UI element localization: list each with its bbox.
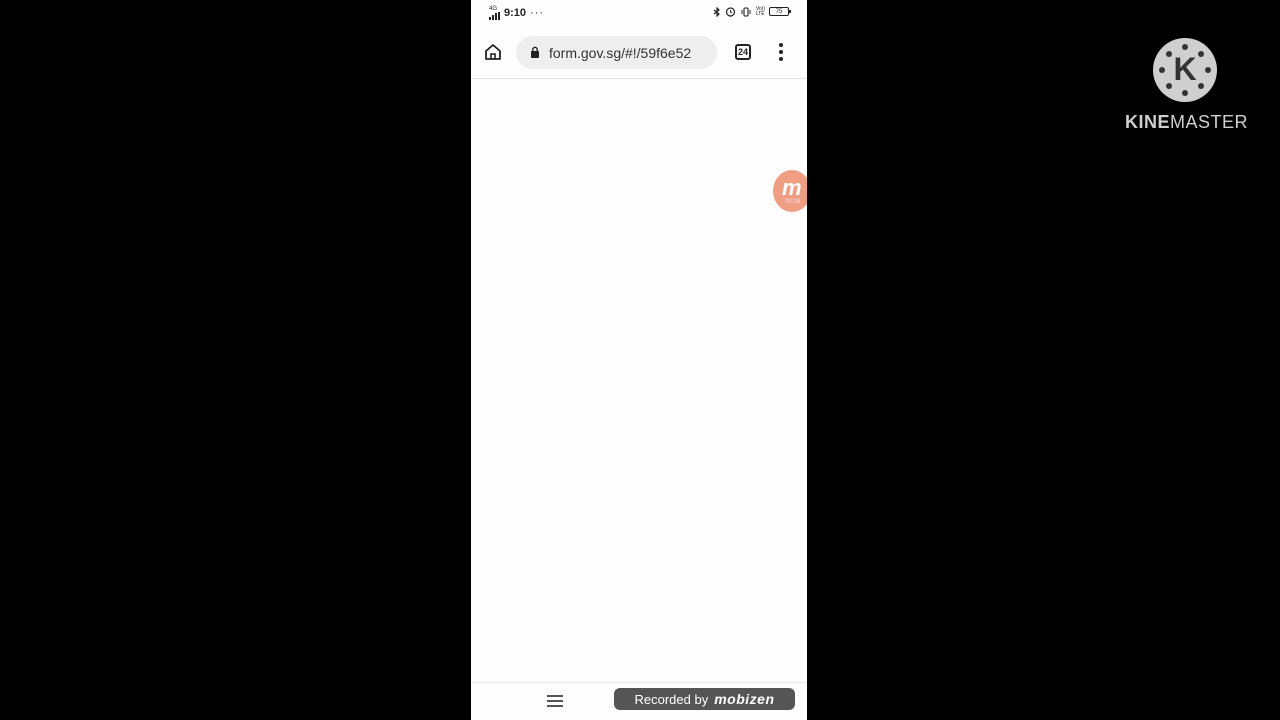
kinemaster-wordmark: KINEMASTER — [1125, 112, 1249, 133]
recorder-watermark: Recorded by mobizen — [614, 688, 795, 710]
menu-icon[interactable] — [547, 695, 563, 707]
vibrate-icon — [741, 6, 751, 17]
kinemaster-brand-light: MASTER — [1170, 112, 1249, 132]
kinemaster-brand-bold: KINE — [1125, 112, 1171, 132]
kinemaster-logo: K KINEMASTER — [1125, 36, 1249, 136]
alarm-icon — [725, 7, 735, 17]
lock-icon — [531, 46, 539, 58]
more-vert-icon[interactable] — [775, 43, 787, 61]
page-content — [471, 79, 807, 682]
status-right: Vo)) LTE 75 — [713, 6, 791, 17]
signal-icon — [489, 12, 500, 20]
notification-dots: ··· — [530, 7, 545, 19]
lte-label: LTE — [755, 10, 765, 17]
url-text: form.gov.sg/#!/59f6e52 — [549, 45, 692, 61]
watermark-prefix: Recorded by — [634, 691, 709, 707]
network-indicator: 4G — [489, 6, 500, 20]
volte-lte-icon: Vo)) LTE — [755, 6, 765, 17]
status-time: 9:10 — [504, 7, 527, 19]
status-left: 4G 9:10 ··· — [489, 6, 544, 20]
recorder-timer: 00:09 — [785, 199, 801, 205]
phone-screen: 4G 9:10 ··· Vo)) LTE 75 form.gov.sg/#!/5… — [471, 0, 807, 720]
browser-toolbar: form.gov.sg/#!/59f6e52 24 — [471, 26, 807, 79]
battery-icon: 75 — [769, 7, 791, 16]
kinemaster-letter: K — [1173, 51, 1197, 87]
kinemaster-logo-mark: K — [1153, 38, 1217, 102]
tabs-icon[interactable]: 24 — [735, 44, 751, 60]
tab-count: 24 — [737, 47, 748, 57]
recorder-bubble[interactable]: m 00:09 — [773, 170, 807, 212]
status-bar: 4G 9:10 ··· Vo)) LTE 75 — [471, 0, 807, 26]
watermark-brand: mobizen — [714, 691, 775, 707]
address-bar[interactable]: form.gov.sg/#!/59f6e52 — [516, 36, 717, 69]
bluetooth-icon — [713, 6, 720, 17]
battery-level: 75 — [775, 9, 783, 15]
home-icon[interactable] — [483, 42, 503, 62]
recorder-bubble-logo: m — [782, 175, 802, 200]
